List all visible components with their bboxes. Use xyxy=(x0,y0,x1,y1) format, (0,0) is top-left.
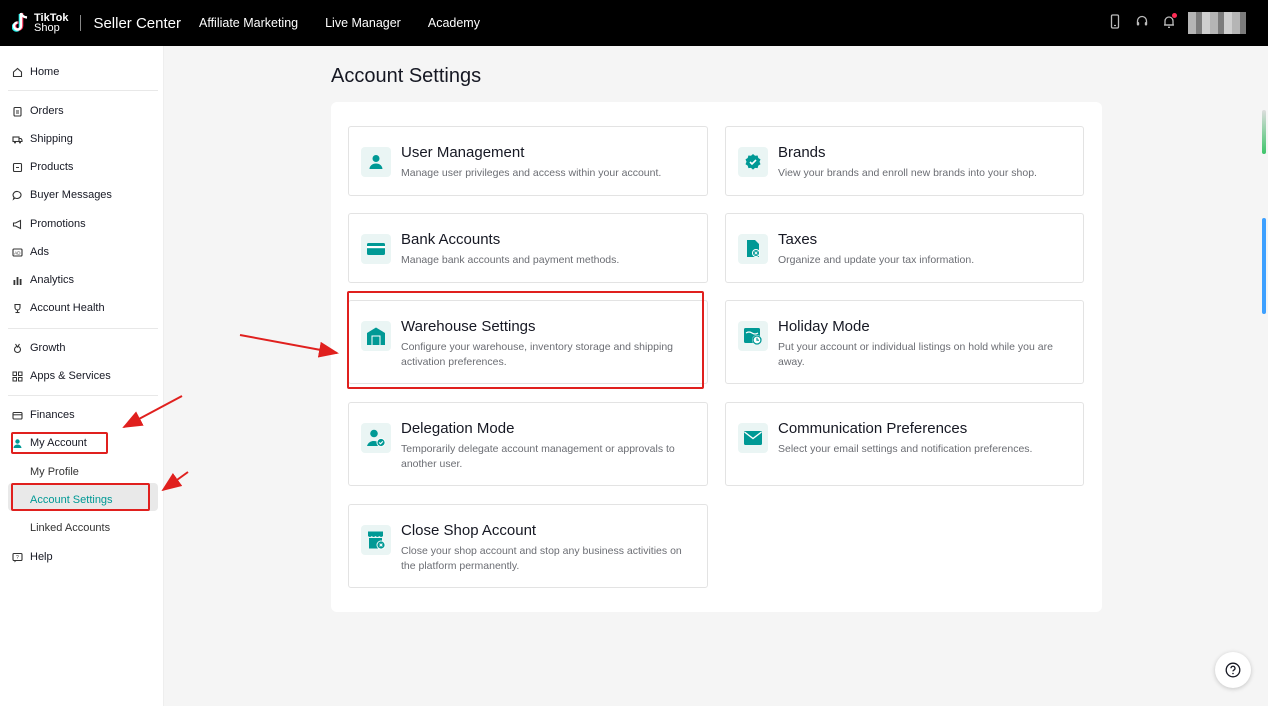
question-icon xyxy=(1225,662,1241,678)
help-button[interactable] xyxy=(1215,652,1251,688)
scrollbar-thumb[interactable] xyxy=(1262,218,1266,314)
arrow-to-my-account xyxy=(122,395,183,428)
annotation-arrows xyxy=(122,334,339,492)
arrow-to-account-settings xyxy=(161,471,189,492)
scroll-indicator-green xyxy=(1262,110,1266,154)
arrow-to-warehouse xyxy=(239,334,339,358)
